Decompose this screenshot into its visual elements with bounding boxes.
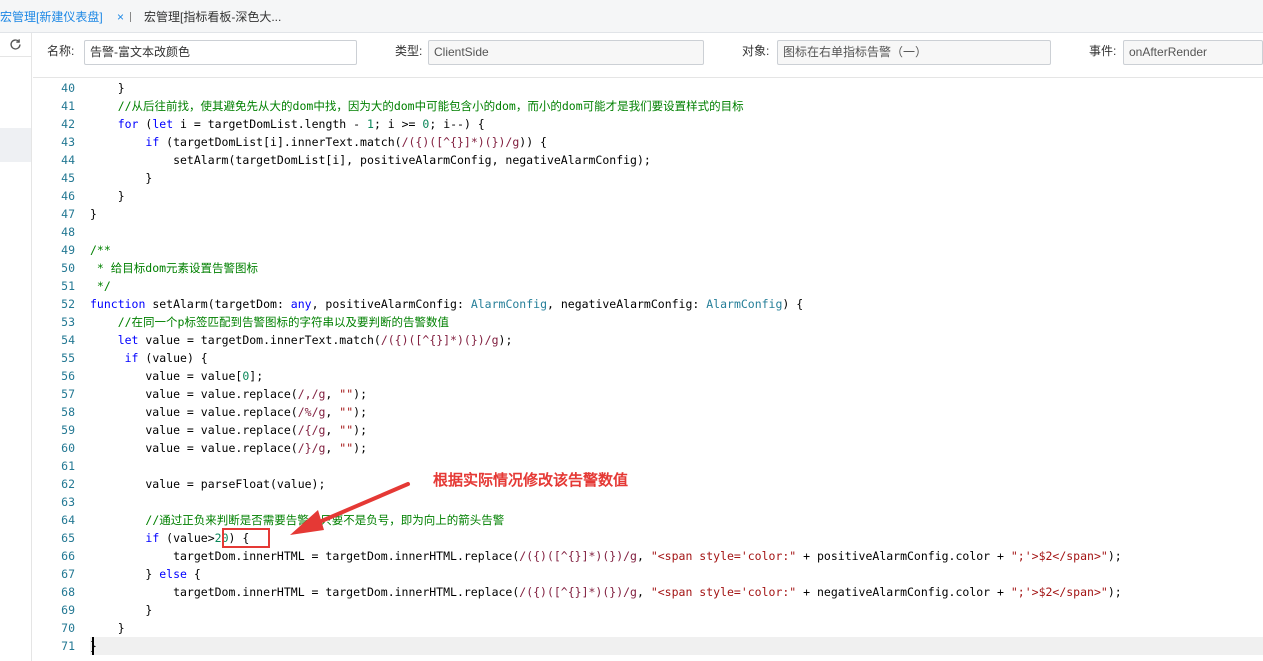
annotation-arrow-icon <box>290 482 410 535</box>
annotation-text: 根据实际情况修改该告警数值 <box>433 471 629 489</box>
